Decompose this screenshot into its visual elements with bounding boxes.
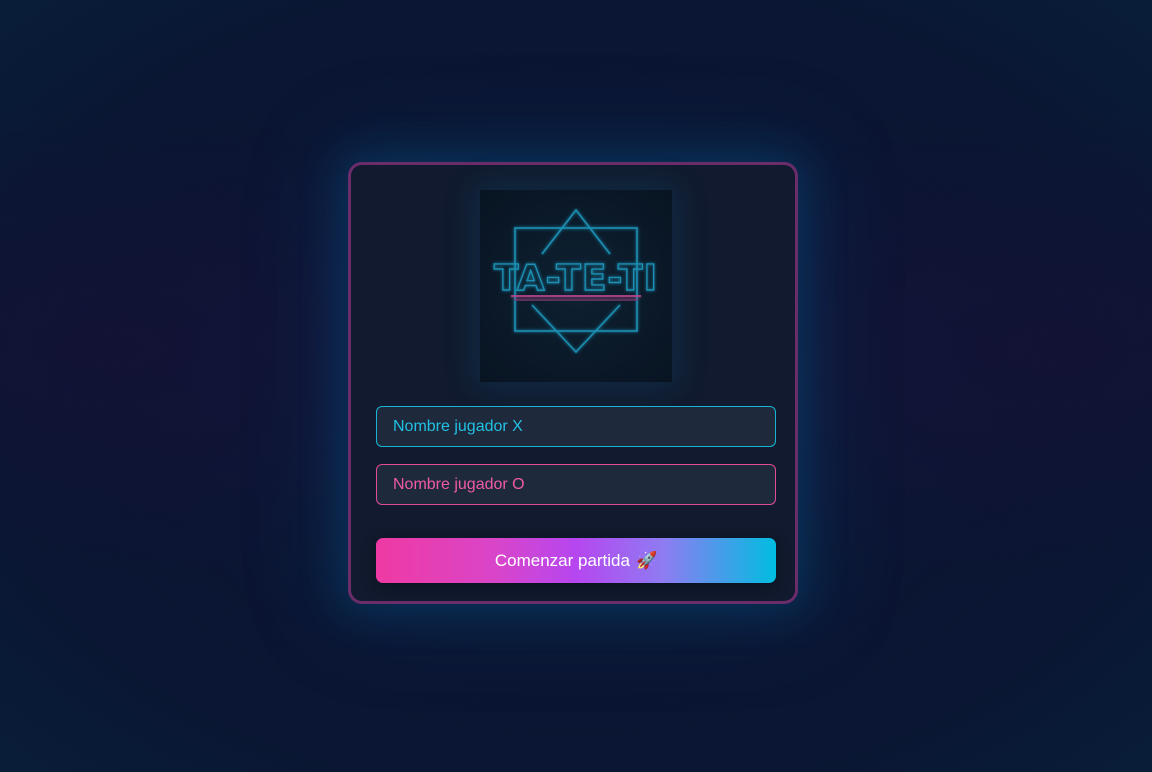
tateti-logo-graphic: TA-TE-TI (493, 208, 658, 354)
logo-top-triangle (541, 208, 611, 255)
start-game-button-label: Comenzar partida (494, 550, 630, 570)
rocket-icon: 🚀 (635, 551, 658, 570)
game-logo: TA-TE-TI (480, 190, 672, 382)
logo-title-text: TA-TE-TI (494, 258, 658, 299)
logo-bottom-triangle (531, 304, 621, 354)
start-game-button[interactable]: Comenzar partida 🚀 (376, 538, 776, 583)
player-x-name-input[interactable] (376, 406, 776, 447)
start-game-card: TA-TE-TI Comenzar partida 🚀 (348, 162, 798, 604)
player-o-name-input[interactable] (376, 464, 776, 505)
